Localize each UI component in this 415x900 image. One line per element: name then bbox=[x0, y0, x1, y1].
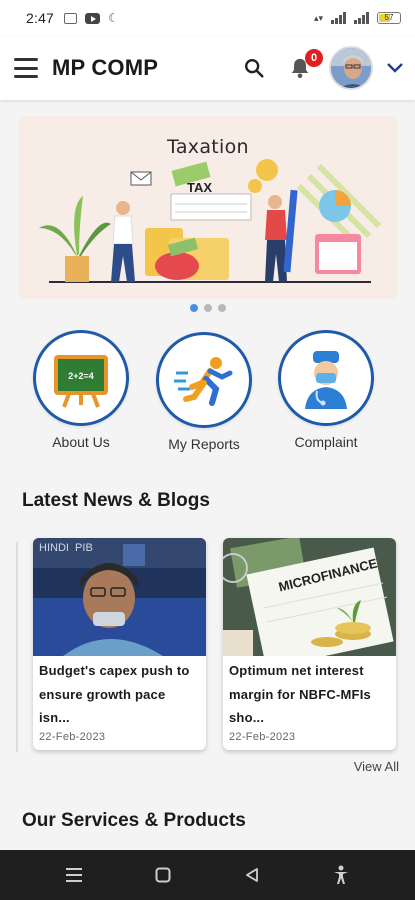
battery-level: 57 bbox=[384, 13, 394, 22]
doctor-icon bbox=[305, 351, 347, 409]
account-dropdown[interactable] bbox=[385, 58, 405, 78]
news-card-2[interactable]: MICROFINANCE Optimum net interest margin… bbox=[223, 538, 396, 750]
chevron-down-icon bbox=[387, 63, 403, 73]
gallery-icon bbox=[64, 12, 78, 24]
about-us-button[interactable]: 2+2=4 About Us bbox=[33, 330, 129, 450]
news-carousel[interactable]: HINDI PIB Budget's capex push to ensure … bbox=[0, 538, 415, 752]
carousel-dot-1[interactable] bbox=[189, 304, 198, 312]
quick-actions: 2+2=4 About Us My Reports Complaint bbox=[0, 330, 415, 460]
app-title: MP COMP bbox=[52, 55, 159, 80]
back-button[interactable] bbox=[232, 855, 272, 895]
news-card-2-title: Optimum net interest margin for NBFC-MFI… bbox=[229, 663, 371, 725]
avatar-photo bbox=[331, 48, 371, 88]
promo-banner[interactable]: Taxation TAX bbox=[19, 116, 397, 299]
banner-title: Taxation bbox=[167, 136, 249, 158]
status-bar: 2:47 ☾ ▴▾ 57 bbox=[0, 0, 415, 36]
notifications-button[interactable]: 0 bbox=[283, 49, 323, 85]
battery-icon: 57 bbox=[377, 12, 401, 24]
search-button[interactable] bbox=[237, 51, 271, 85]
view-all-link[interactable]: View All bbox=[354, 759, 399, 774]
recent-apps-button[interactable] bbox=[54, 855, 94, 895]
services-section-title: Our Services & Products bbox=[22, 810, 246, 831]
search-icon bbox=[245, 59, 264, 78]
app-header: MP COMP 0 bbox=[0, 36, 415, 100]
signal-icon-2 bbox=[354, 12, 369, 24]
home-button[interactable] bbox=[143, 855, 183, 895]
complaint-label: Complaint bbox=[294, 434, 358, 450]
moon-icon: ☾ bbox=[108, 11, 119, 25]
my-reports-button[interactable]: My Reports bbox=[156, 332, 252, 452]
accessibility-icon bbox=[333, 865, 348, 884]
avatar[interactable] bbox=[329, 46, 373, 90]
youtube-icon bbox=[85, 12, 101, 24]
menu-lines-icon bbox=[66, 868, 83, 882]
news-card-1-title: Budget's capex push to ensure growth pac… bbox=[39, 663, 190, 725]
news-image-1: HINDI PIB bbox=[33, 538, 206, 656]
signal-icon bbox=[331, 12, 346, 24]
notification-badge: 0 bbox=[305, 49, 323, 67]
board-text: 2+2=4 bbox=[68, 371, 94, 381]
news-section-title: Latest News & Blogs bbox=[22, 490, 210, 511]
news-card-2-date: 22-Feb-2023 bbox=[229, 731, 296, 743]
news-card-1-date: 22-Feb-2023 bbox=[39, 731, 106, 743]
triangle-back-icon bbox=[245, 868, 258, 882]
news-image-2: MICROFINANCE bbox=[223, 538, 396, 656]
carousel-dot-3[interactable] bbox=[217, 304, 226, 312]
complaint-button[interactable]: Complaint bbox=[278, 330, 374, 450]
menu-icon[interactable] bbox=[14, 58, 38, 78]
news-card-1[interactable]: HINDI PIB Budget's capex push to ensure … bbox=[33, 538, 206, 750]
running-person-icon bbox=[174, 357, 233, 406]
tax-label: TAX bbox=[187, 180, 213, 195]
easel-board-icon: 2+2=4 bbox=[54, 355, 108, 408]
status-time: 2:47 bbox=[26, 10, 55, 26]
news-image-1-text: HINDI PIB bbox=[39, 542, 93, 554]
carousel-dot-2[interactable] bbox=[203, 304, 212, 312]
accessibility-button[interactable] bbox=[321, 855, 361, 895]
carousel-dots bbox=[0, 304, 415, 312]
system-nav-bar bbox=[0, 850, 415, 900]
data-speed-icon: ▴▾ bbox=[313, 12, 323, 23]
square-icon bbox=[155, 867, 171, 883]
my-reports-label: My Reports bbox=[168, 436, 240, 452]
about-us-label: About Us bbox=[52, 434, 110, 450]
